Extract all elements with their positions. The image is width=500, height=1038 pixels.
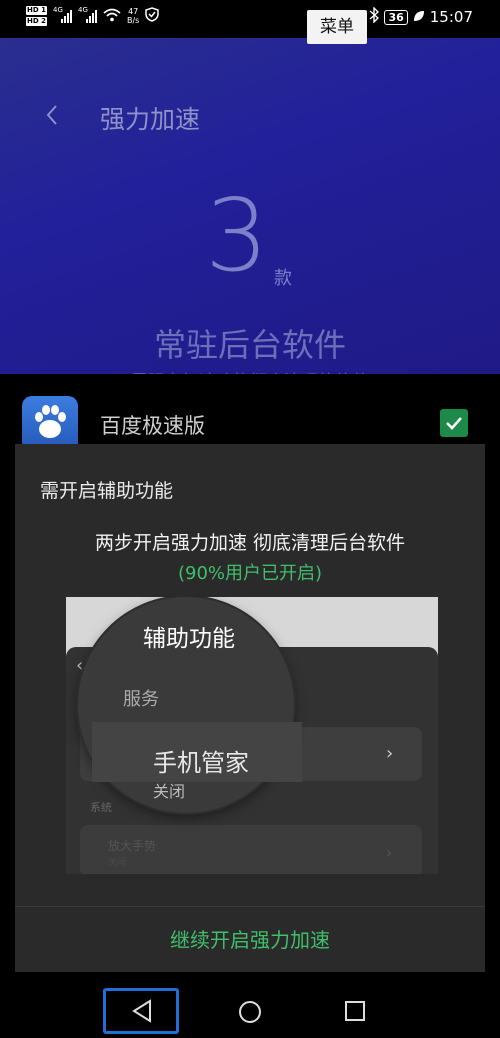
hd1-label: HD 1 [26,6,47,15]
divider [15,906,485,907]
status-bar: HD 1 HD 2 4G 4G 47 B/s 36 15:07 [0,0,500,38]
hd-indicators: HD 1 HD 2 [26,5,47,27]
chevron-left-icon [46,105,57,125]
signal1-label: 4G [52,6,63,14]
circle-home-icon [239,1001,261,1023]
illustration-blurred-state: 关闭 [108,858,127,868]
illustration-blurred-item: 放大手势 [108,839,157,853]
wifi-icon [103,8,121,25]
signal-icon: 4G [78,6,97,23]
signal2-label: 4G [77,6,88,14]
leaf-icon [413,8,425,26]
nav-home-button[interactable] [238,1000,262,1024]
clock: 15:07 [429,8,473,26]
square-recent-icon [345,1001,365,1021]
app-name: 百度极速版 [100,414,205,438]
dialog-message: 两步开启强力加速 彻底清理后台软件 [94,532,406,554]
navigation-bar [0,972,500,1038]
check-icon [446,417,462,430]
status-left: HD 1 HD 2 4G 4G 47 B/s [26,5,160,27]
dialog-title: 需开启辅助功能 [40,480,174,502]
header-subtitle: 常驻后台软件 [153,326,346,364]
illustration-app-state: 关闭 [153,782,186,801]
hd2-label: HD 2 [26,17,47,26]
chevron-right-icon: › [386,743,394,764]
list-item[interactable]: 百度极速版 [0,374,500,454]
illustration-app-name: 手机管家 [153,749,249,777]
shield-icon [145,7,160,25]
accessibility-dialog: 需开启辅助功能 两步开启强力加速 彻底清理后台软件 (90%用户已开启) ‹ ›… [15,444,485,972]
network-speed: 47 B/s [127,7,139,25]
illustration-section-label: 服务 [123,689,159,710]
nav-recent-button[interactable] [344,1000,366,1022]
dialog-percent-note: (90%用户已开启) [177,563,323,584]
status-right: 36 15:07 [369,6,473,27]
page-title: 强力加速 [100,105,201,134]
app-count: 3 [205,177,269,294]
chevron-right-icon: › [386,843,393,862]
back-button[interactable] [40,100,66,130]
paw-icon [35,405,66,438]
illustration-panel-title: 辅助功能 [143,626,235,652]
illustration-system-label: 系统 [90,801,112,814]
header: 强力加速 3 款 常驻后台软件 需强力加速才能彻底清理的软件 [0,38,500,392]
count-unit: 款 [274,268,292,289]
speed-value: 47 [128,7,139,16]
nav-back-button[interactable] [103,988,179,1034]
triangle-back-icon [132,999,151,1023]
magnifier-lens: 辅助功能 服务 手机管家 关闭 [78,597,302,813]
battery-level: 36 [384,9,408,25]
menu-tooltip[interactable]: 菜单 [307,10,367,44]
speed-unit: B/s [126,16,140,25]
settings-illustration: ‹ › 系统 放大手势 关闭 › 辅助功能 服务 手机管家 关闭 [66,597,438,874]
bluetooth-icon [369,6,380,27]
app-checkbox[interactable] [440,409,468,437]
signal-icon: 4G [53,6,72,23]
continue-button[interactable]: 继续开启强力加速 [15,924,485,953]
